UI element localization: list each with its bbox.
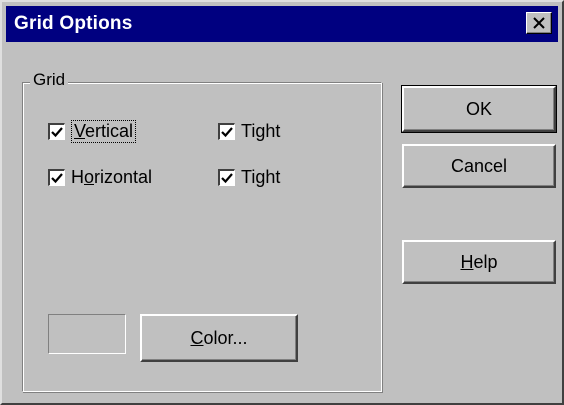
grid-options-dialog: Grid Options Grid Vertical Tight Horizon… [0, 0, 564, 405]
ok-button-label: OK [465, 98, 492, 119]
close-button[interactable] [526, 12, 552, 34]
checkmark-icon [51, 172, 63, 183]
vertical-tight-label: Tight [241, 120, 281, 141]
horizontal-checkbox-box[interactable] [48, 168, 65, 186]
color-button-label: Color... [190, 327, 248, 348]
ok-button[interactable]: OK [401, 85, 557, 133]
checkmark-icon [221, 172, 233, 183]
color-swatch [48, 314, 126, 354]
vertical-checkbox-box[interactable] [48, 122, 65, 140]
color-button[interactable]: Color... [140, 314, 298, 362]
horizontal-tight-label: Tight [241, 166, 281, 187]
checkmark-icon [221, 126, 233, 137]
grid-group-label: Grid [30, 70, 69, 90]
checkmark-icon [51, 126, 63, 137]
vertical-checkbox[interactable]: Vertical [48, 119, 137, 143]
horizontal-checkbox[interactable]: Horizontal [48, 166, 152, 188]
horizontal-tight-checkbox[interactable]: Tight [218, 166, 280, 188]
help-button-label: Help [460, 251, 498, 272]
close-icon [533, 17, 545, 29]
horizontal-label: Horizontal [71, 166, 153, 187]
vertical-label: Vertical [71, 119, 137, 143]
title-bar[interactable]: Grid Options [6, 6, 558, 42]
help-button[interactable]: Help [402, 240, 556, 284]
window-title: Grid Options [14, 13, 133, 34]
cancel-button[interactable]: Cancel [402, 144, 556, 188]
cancel-button-label: Cancel [450, 155, 508, 176]
vertical-tight-checkbox[interactable]: Tight [218, 120, 280, 142]
horizontal-tight-checkbox-box[interactable] [218, 168, 235, 186]
vertical-tight-checkbox-box[interactable] [218, 122, 235, 140]
